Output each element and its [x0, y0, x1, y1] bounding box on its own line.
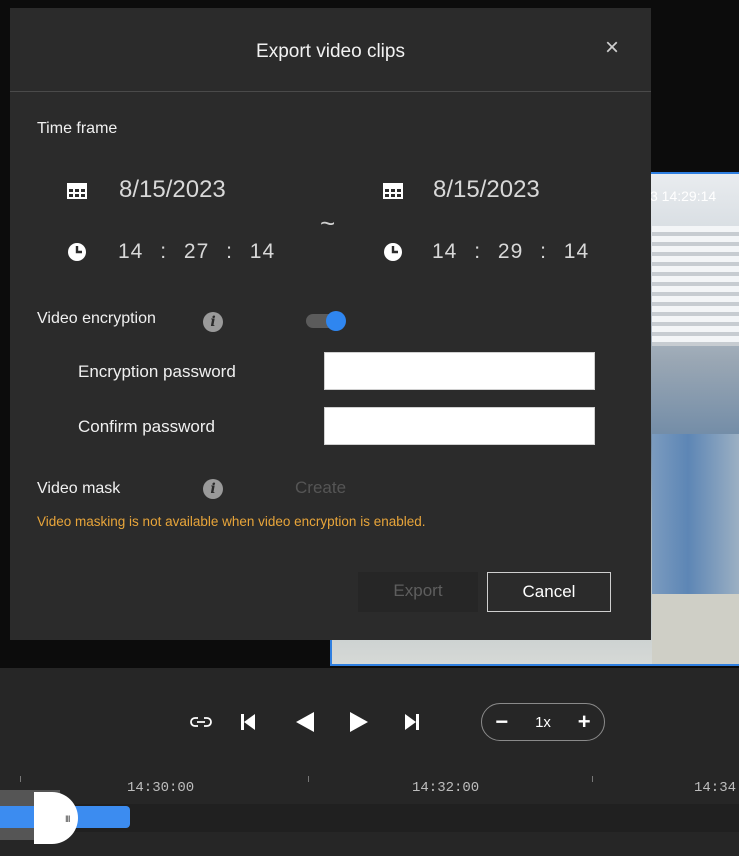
- handle-grip-icon: III: [65, 814, 70, 824]
- playback-speed-control: − 1x +: [481, 703, 605, 741]
- mask-warning-text: Video masking is not available when vide…: [37, 514, 426, 529]
- clock-icon: [67, 242, 87, 262]
- timeline-tick: [308, 776, 309, 782]
- time-frame-label: Time frame: [37, 120, 118, 137]
- start-second-input[interactable]: 14: [250, 240, 275, 263]
- end-hour-input[interactable]: 14: [432, 240, 457, 263]
- timeline-tick-label: 14:34: [694, 780, 737, 796]
- video-floor: [652, 594, 739, 664]
- encryption-password-input[interactable]: [324, 352, 595, 390]
- video-timestamp: 3 14:29:14: [650, 188, 717, 204]
- end-time: 14 : 29 : 14: [432, 240, 589, 264]
- timeline-tick: [592, 776, 593, 782]
- speed-increase-button[interactable]: +: [578, 709, 591, 735]
- video-encryption-toggle[interactable]: [306, 311, 346, 331]
- timeline-tick-label: 14:32:00: [412, 780, 480, 796]
- end-second-input[interactable]: 14: [564, 240, 589, 263]
- timeline-tick: [20, 776, 21, 782]
- link-icon[interactable]: [186, 700, 216, 744]
- timeline-tick-label: 14:30:00: [127, 780, 195, 796]
- cancel-button[interactable]: Cancel: [487, 572, 611, 612]
- time-separator: :: [540, 240, 547, 263]
- confirm-password-input[interactable]: [324, 407, 595, 445]
- start-time: 14 : 27 : 14: [118, 240, 275, 264]
- calendar-icon[interactable]: [67, 181, 87, 201]
- start-date-input[interactable]: 8/15/2023: [119, 176, 226, 204]
- export-button[interactable]: Export: [358, 572, 478, 612]
- step-back-icon[interactable]: [292, 700, 318, 744]
- dialog-title: Export video clips: [256, 41, 405, 62]
- dialog-header: Export video clips ×: [10, 8, 651, 92]
- encryption-password-label: Encryption password: [78, 362, 236, 381]
- video-mask-label: Video mask: [37, 480, 121, 497]
- time-separator: :: [226, 240, 233, 263]
- export-video-dialog: Export video clips × Time frame 8/15/202…: [10, 8, 651, 640]
- toggle-knob: [326, 311, 346, 331]
- skip-to-end-icon[interactable]: [400, 700, 424, 744]
- speed-decrease-button[interactable]: −: [495, 709, 508, 735]
- video-ceiling: [652, 226, 739, 346]
- play-icon[interactable]: [346, 700, 372, 744]
- start-minute-input[interactable]: 27: [184, 240, 209, 263]
- time-separator: :: [474, 240, 482, 263]
- start-hour-input[interactable]: 14: [118, 240, 143, 263]
- info-icon[interactable]: i: [203, 479, 223, 499]
- range-separator: ~: [320, 208, 336, 238]
- time-separator: :: [160, 240, 168, 263]
- clock-icon: [383, 242, 403, 262]
- end-date-input[interactable]: 8/15/2023: [433, 176, 540, 204]
- confirm-password-label: Confirm password: [78, 417, 215, 436]
- video-encryption-label: Video encryption: [37, 310, 156, 327]
- end-minute-input[interactable]: 29: [498, 240, 523, 263]
- calendar-icon[interactable]: [383, 181, 403, 201]
- playback-controls: [0, 700, 739, 744]
- video-cubicle: [652, 434, 739, 594]
- create-mask-button[interactable]: Create: [295, 478, 346, 498]
- close-button[interactable]: ×: [598, 34, 626, 62]
- info-icon[interactable]: i: [203, 312, 223, 332]
- speed-value: 1x: [535, 713, 551, 731]
- skip-to-start-icon[interactable]: [236, 700, 260, 744]
